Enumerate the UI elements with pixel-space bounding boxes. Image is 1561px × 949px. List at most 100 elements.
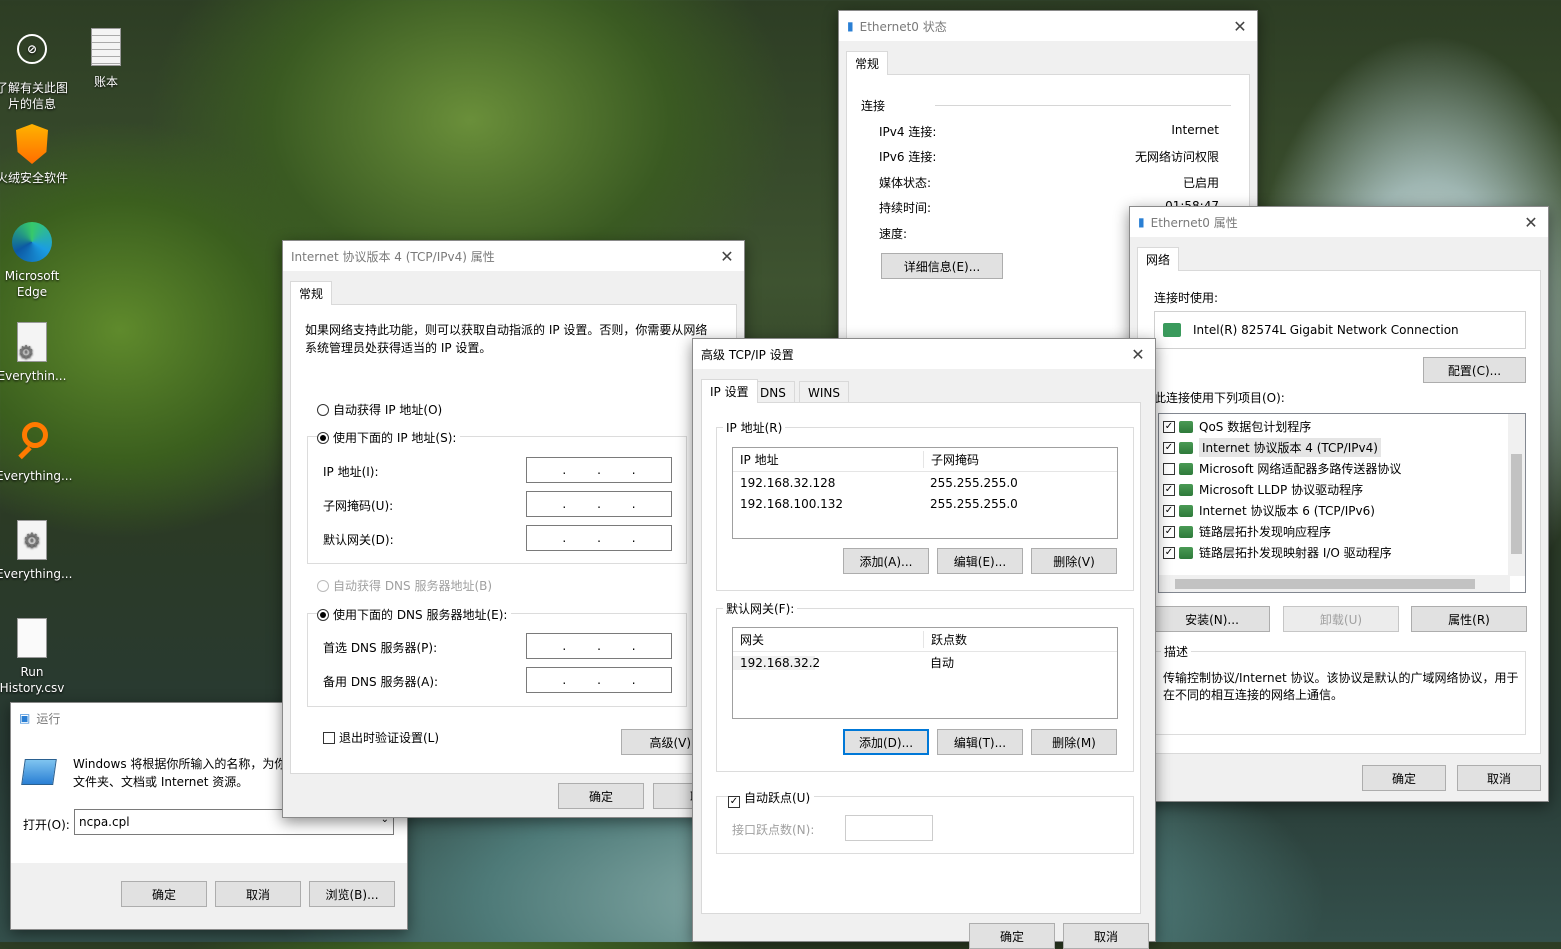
desktop-icon-everything-settings[interactable]: ⚙ Everythin... bbox=[0, 322, 68, 384]
auto-metric-checkbox[interactable]: ✓ 自动跃点(U) bbox=[728, 789, 815, 808]
ok-button[interactable]: 确定 bbox=[1362, 765, 1446, 791]
items-label: 此连接使用下列项目(O): bbox=[1154, 391, 1285, 405]
gateway-list[interactable]: 网关 跃点数 192.168.32.2 自动 bbox=[732, 627, 1118, 719]
horizontal-scrollbar[interactable] bbox=[1159, 575, 1510, 592]
description-title: 描述 bbox=[1161, 643, 1192, 660]
subnet-mask-input[interactable]: ... bbox=[526, 491, 672, 517]
ip-address-input[interactable]: ... bbox=[526, 457, 672, 483]
list-item[interactable]: Microsoft 网络适配器多路传送器协议 bbox=[1159, 458, 1525, 479]
remove-gateway-button[interactable]: 删除(M) bbox=[1031, 729, 1117, 755]
remove-ip-button[interactable]: 删除(V) bbox=[1031, 548, 1117, 574]
ethernet-properties-window: ▮ Ethernet0 属性 ✕ 网络 连接时使用: Intel(R) 82574L… bbox=[1129, 206, 1549, 802]
alternate-dns-input[interactable]: ... bbox=[526, 667, 672, 693]
speed-label: 速度: bbox=[879, 227, 908, 241]
alternate-dns-label: 备用 DNS 服务器(A): bbox=[323, 675, 439, 689]
list-item[interactable]: ✓ Internet 协议版本 6 (TCP/IPv6) bbox=[1159, 500, 1525, 521]
edit-gateway-button[interactable]: 编辑(T)... bbox=[937, 729, 1023, 755]
auto-dns-radio[interactable]: 自动获得 DNS 服务器地址(B) bbox=[317, 577, 492, 594]
gateway-input[interactable]: ... bbox=[526, 525, 672, 551]
details-button[interactable]: 详细信息(E)... bbox=[881, 253, 1003, 279]
auto-ip-radio[interactable]: 自动获得 IP 地址(O) bbox=[317, 401, 442, 418]
column-gateway: 网关 bbox=[740, 633, 765, 647]
tab-general[interactable]: 常规 bbox=[290, 281, 333, 305]
preferred-dns-input[interactable]: ... bbox=[526, 633, 672, 659]
subnet-mask-label: 子网掩码(U): bbox=[323, 499, 394, 513]
desktop-icon-everything-2[interactable]: ⚙ Everything... bbox=[0, 520, 72, 582]
close-button[interactable]: ✕ bbox=[1514, 207, 1548, 237]
manual-dns-radio[interactable]: 使用下面的 DNS 服务器地址(E): bbox=[317, 606, 512, 623]
interface-metric-input[interactable] bbox=[845, 815, 933, 841]
ipv4-value: Internet bbox=[1171, 123, 1219, 137]
uninstall-button[interactable]: 卸载(U) bbox=[1283, 606, 1399, 632]
edit-ip-button[interactable]: 编辑(E)... bbox=[937, 548, 1023, 574]
item-checkbox[interactable]: ✓ bbox=[1163, 483, 1175, 496]
desktop-icon-everything[interactable]: Everything... bbox=[0, 420, 72, 484]
desktop-icon-run-history[interactable]: Run History.csv bbox=[0, 618, 68, 696]
desktop-icon-huorong[interactable]: 火绒安全软件 bbox=[0, 124, 68, 186]
item-checkbox[interactable]: ✓ bbox=[1163, 441, 1175, 454]
components-items: ✓ QoS 数据包计划程序 ✓ Internet 协议版本 4 (TCP/IPv4) M… bbox=[1159, 414, 1525, 563]
ok-button[interactable]: 确定 bbox=[121, 881, 207, 907]
tab-general[interactable]: 常规 bbox=[846, 51, 889, 75]
desktop-icon-label: Microsoft Edge bbox=[4, 269, 60, 299]
properties-button[interactable]: 属性(R) bbox=[1411, 606, 1527, 632]
protocol-icon bbox=[1179, 441, 1193, 454]
ip-address-list[interactable]: IP 地址 子网掩码 192.168.32.128 255.255.255.0 19… bbox=[732, 447, 1118, 539]
list-item[interactable]: ✓ 链路层拓扑发现映射器 I/O 驱动程序 bbox=[1159, 542, 1525, 563]
table-row[interactable]: 192.168.32.2 自动 bbox=[733, 652, 1117, 673]
close-button[interactable]: ✕ bbox=[1121, 339, 1155, 369]
info-icon: ⊘ bbox=[12, 34, 52, 78]
ok-button[interactable]: 确定 bbox=[969, 923, 1055, 949]
close-button[interactable]: ✕ bbox=[1223, 11, 1257, 41]
protocol-icon bbox=[1179, 420, 1193, 433]
title-bar: 高级 TCP/IP 设置 ✕ bbox=[693, 339, 1155, 369]
install-button[interactable]: 安装(N)... bbox=[1154, 606, 1270, 632]
tab-wins[interactable]: WINS bbox=[799, 381, 849, 403]
list-item[interactable]: ✓ Internet 协议版本 4 (TCP/IPv4) bbox=[1159, 437, 1525, 458]
browse-button[interactable]: 浏览(B)... bbox=[309, 881, 395, 907]
item-checkbox[interactable]: ✓ bbox=[1163, 546, 1175, 559]
column-metric: 跃点数 bbox=[923, 631, 967, 648]
protocol-icon bbox=[1179, 483, 1193, 496]
gateway-label: 默认网关(D): bbox=[323, 533, 394, 547]
close-button[interactable]: ✕ bbox=[710, 241, 744, 271]
media-label: 媒体状态: bbox=[879, 176, 932, 190]
adapter-icon bbox=[1163, 323, 1181, 337]
media-value: 已启用 bbox=[1182, 176, 1219, 190]
item-checkbox[interactable] bbox=[1163, 462, 1175, 475]
item-checkbox[interactable]: ✓ bbox=[1163, 504, 1175, 517]
add-ip-button[interactable]: 添加(A)... bbox=[843, 548, 929, 574]
intro-text: 如果网络支持此功能，则可以获取自动指派的 IP 设置。否则，你需要从网络系统管理… bbox=[305, 323, 708, 355]
validate-checkbox[interactable]: 退出时验证设置(L) bbox=[323, 729, 439, 746]
desktop-icon-edge[interactable]: Microsoft Edge bbox=[0, 222, 68, 300]
configure-button[interactable]: 配置(C)... bbox=[1423, 357, 1526, 383]
cancel-button[interactable]: 取消 bbox=[215, 881, 301, 907]
desktop-icon-label: Run History.csv bbox=[0, 665, 65, 695]
components-list[interactable]: ✓ QoS 数据包计划程序 ✓ Internet 协议版本 4 (TCP/IPv4) M… bbox=[1158, 413, 1526, 593]
ipv4-properties-window: Internet 协议版本 4 (TCP/IPv4) 属性 ✕ 常规 如果网络支持… bbox=[282, 240, 745, 818]
cancel-button[interactable]: 取消 bbox=[1457, 765, 1541, 791]
network-icon: ▮ bbox=[1138, 215, 1145, 229]
window-title: Ethernet0 状态 bbox=[859, 19, 947, 34]
table-row[interactable]: 192.168.100.132 255.255.255.0 bbox=[733, 493, 1117, 514]
tab-network[interactable]: 网络 bbox=[1137, 247, 1180, 271]
table-row[interactable]: 192.168.32.128 255.255.255.0 bbox=[733, 472, 1117, 493]
adapter-name: Intel(R) 82574L Gigabit Network Connecti… bbox=[1193, 323, 1459, 337]
cancel-button[interactable]: 取消 bbox=[1063, 923, 1149, 949]
add-gateway-button[interactable]: 添加(D)... bbox=[843, 729, 929, 755]
list-item[interactable]: ✓ QoS 数据包计划程序 bbox=[1159, 416, 1525, 437]
desktop-icon-ledger[interactable]: 账本 bbox=[70, 26, 142, 90]
item-checkbox[interactable]: ✓ bbox=[1163, 525, 1175, 538]
desktop-icon-label: 账本 bbox=[93, 75, 118, 89]
list-item[interactable]: ✓ 链路层拓扑发现响应程序 bbox=[1159, 521, 1525, 542]
open-label: 打开(O): bbox=[23, 818, 70, 832]
vertical-scrollbar[interactable] bbox=[1508, 414, 1525, 576]
list-item[interactable]: ✓ Microsoft LLDP 协议驱动程序 bbox=[1159, 479, 1525, 500]
ok-button[interactable]: 确定 bbox=[558, 783, 644, 809]
desktop-icon-image-info[interactable]: ⊘ 了解有关此图片的信息 bbox=[0, 30, 68, 112]
manual-ip-radio[interactable]: 使用下面的 IP 地址(S): bbox=[317, 429, 461, 446]
settings-file-icon: ⚙ bbox=[12, 322, 52, 366]
tab-ip-settings[interactable]: IP 设置 bbox=[701, 379, 758, 403]
item-checkbox[interactable]: ✓ bbox=[1163, 420, 1175, 433]
ipv6-label: IPv6 连接: bbox=[879, 150, 937, 164]
